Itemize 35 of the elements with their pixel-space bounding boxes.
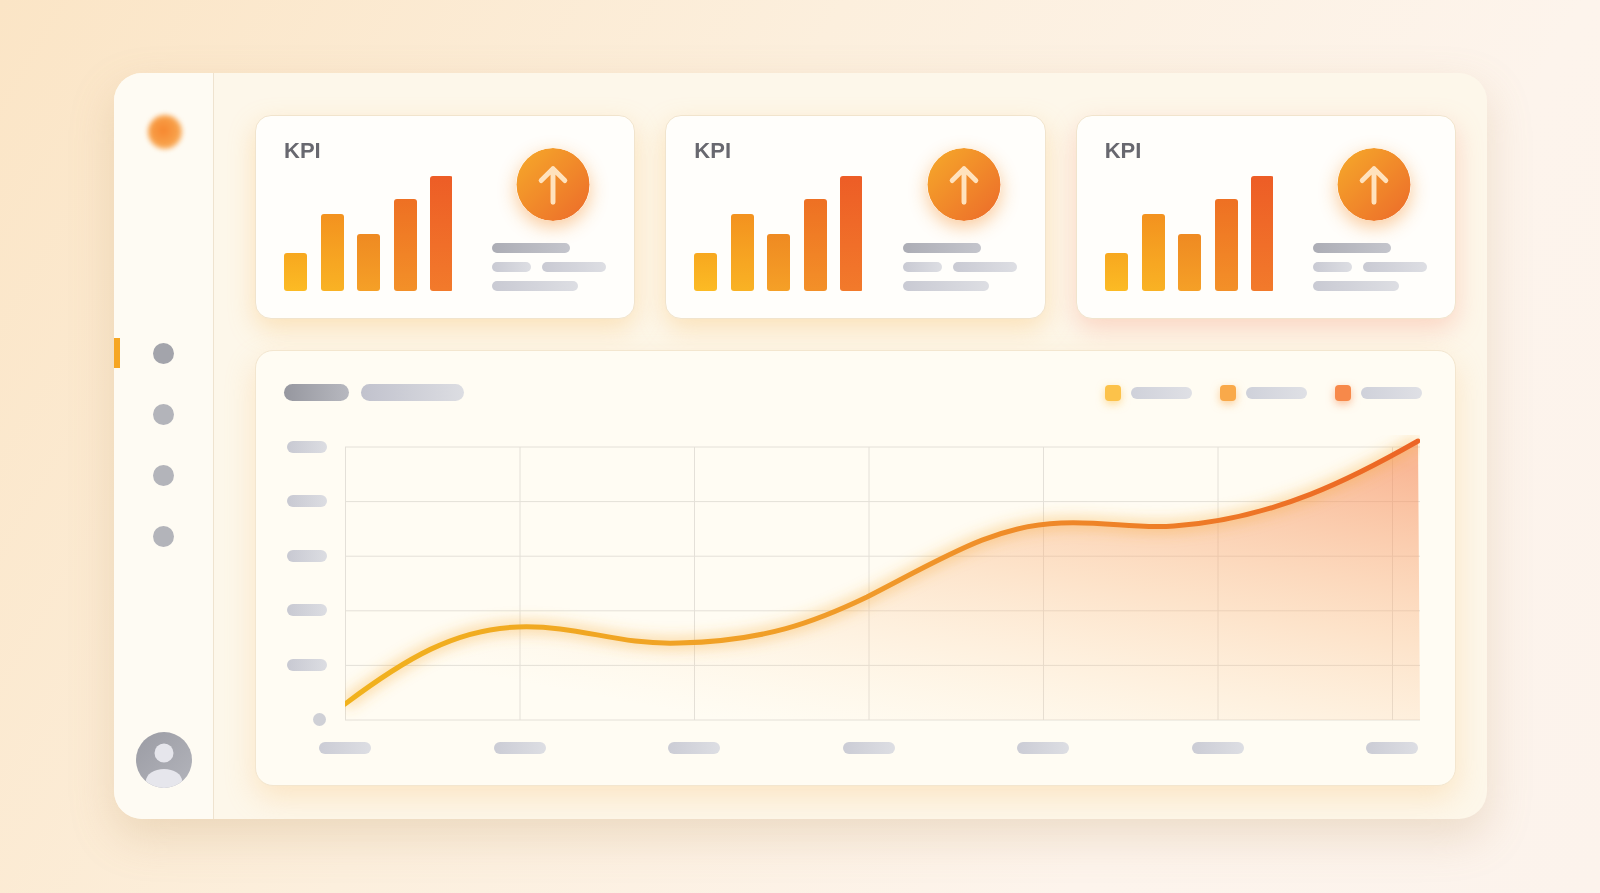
dot-icon bbox=[313, 712, 326, 726]
axis-label-placeholder bbox=[842, 742, 895, 754]
axis-label-placeholder bbox=[493, 742, 546, 754]
title-placeholder bbox=[284, 384, 349, 401]
up-arrow-icon bbox=[516, 148, 591, 221]
legend-label-placeholder bbox=[1246, 386, 1307, 399]
dot-icon bbox=[153, 342, 174, 364]
text-placeholder bbox=[542, 262, 607, 272]
axis-label-placeholder bbox=[287, 441, 327, 453]
axis-label-placeholder bbox=[319, 742, 371, 754]
axis-label-placeholder bbox=[668, 742, 720, 754]
up-arrow-icon bbox=[926, 148, 1001, 221]
axis-label-placeholder bbox=[287, 604, 327, 617]
dot-icon bbox=[153, 464, 174, 486]
up-arrow-icon bbox=[1337, 148, 1411, 221]
axis-label-placeholder bbox=[287, 495, 327, 508]
kpi-title: KPI bbox=[1104, 138, 1142, 164]
kpi-title: KPI bbox=[694, 138, 731, 164]
text-placeholder bbox=[1313, 262, 1352, 272]
text-placeholder bbox=[902, 262, 942, 272]
avatar-icon[interactable] bbox=[135, 732, 192, 788]
text-placeholder bbox=[952, 262, 1017, 272]
text-placeholder bbox=[492, 262, 532, 272]
kpi-title: KPI bbox=[284, 138, 321, 164]
axis-label-placeholder bbox=[287, 549, 327, 562]
axis-label-placeholder bbox=[1191, 742, 1244, 754]
dot-icon bbox=[153, 403, 174, 425]
logo-icon[interactable] bbox=[147, 115, 182, 149]
dot-icon bbox=[153, 525, 174, 547]
text-placeholder bbox=[1363, 262, 1427, 272]
legend-label-placeholder bbox=[1131, 386, 1192, 399]
axis-label-placeholder bbox=[1017, 742, 1069, 754]
legend-label-placeholder bbox=[1361, 386, 1422, 399]
axis-label-placeholder bbox=[287, 658, 327, 671]
axis-label-placeholder bbox=[1366, 742, 1418, 754]
